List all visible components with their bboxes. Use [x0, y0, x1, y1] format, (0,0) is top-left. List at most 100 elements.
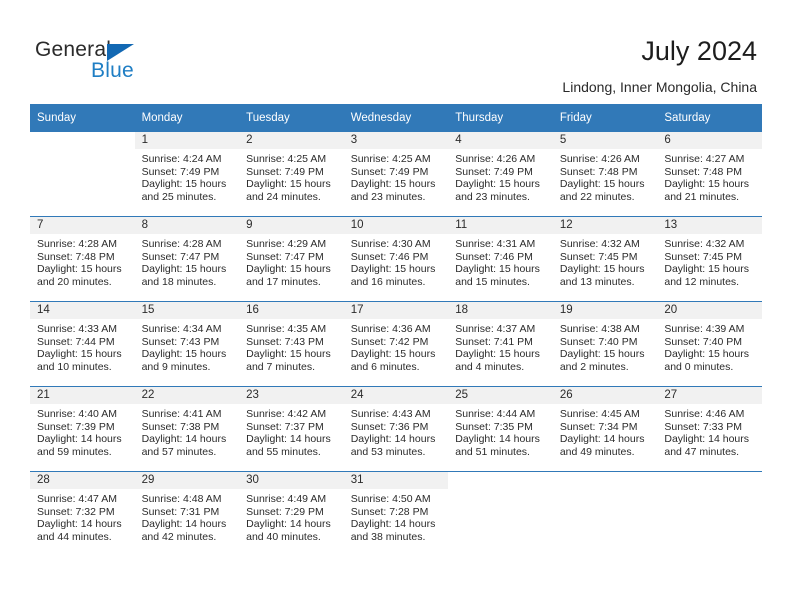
- calendar-day-cell[interactable]: 29 Sunrise: 4:48 AM Sunset: 7:31 PM Dayligh…: [134, 471, 240, 556]
- calendar-day-cell[interactable]: 7 Sunrise: 4:28 AM Sunset: 7:48 PM Daylight…: [30, 216, 135, 302]
- daylight-text: Daylight: 15 hours and 24 minutes.: [246, 178, 331, 203]
- day-number: 13: [657, 217, 762, 234]
- calendar-day-cell[interactable]: 22 Sunrise: 4:41 AM Sunset: 7:38 PM Dayligh…: [134, 386, 240, 472]
- calendar-day-cell[interactable]: 10 Sunrise: 4:30 AM Sunset: 7:46 PM Dayligh…: [343, 216, 449, 302]
- weekday-header-saturday: Saturday: [657, 104, 762, 132]
- day-cell-inner: 7 Sunrise: 4:28 AM Sunset: 7:48 PM Daylight…: [30, 217, 135, 301]
- day-number: 10: [343, 217, 449, 234]
- day-number: 21: [30, 387, 135, 404]
- calendar-day-cell[interactable]: 17 Sunrise: 4:36 AM Sunset: 7:42 PM Dayligh…: [343, 301, 449, 387]
- day-details: Sunrise: 4:44 AM Sunset: 7:35 PM Daylight:…: [448, 404, 553, 458]
- sunset-text: Sunset: 7:48 PM: [559, 165, 638, 178]
- daylight-text: Daylight: 15 hours and 15 minutes.: [455, 263, 540, 288]
- daylight-text: Daylight: 14 hours and 44 minutes.: [37, 518, 122, 543]
- day-number: 9: [239, 217, 344, 234]
- day-number: 4: [448, 132, 553, 149]
- day-number: 6: [657, 132, 762, 149]
- day-details: Sunrise: 4:47 AM Sunset: 7:32 PM Daylight:…: [30, 489, 135, 543]
- calendar-day-cell[interactable]: 9 Sunrise: 4:29 AM Sunset: 7:47 PM Daylight…: [239, 216, 344, 302]
- calendar-day-cell[interactable]: 4 Sunrise: 4:26 AM Sunset: 7:49 PM Daylight…: [448, 132, 553, 217]
- calendar-day-cell[interactable]: 15 Sunrise: 4:34 AM Sunset: 7:43 PM Dayligh…: [134, 301, 240, 387]
- calendar-day-cell[interactable]: 30 Sunrise: 4:49 AM Sunset: 7:29 PM Dayligh…: [239, 471, 344, 556]
- day-number: 7: [30, 217, 135, 234]
- day-details: Sunrise: 4:37 AM Sunset: 7:41 PM Daylight:…: [448, 319, 553, 373]
- calendar-day-cell[interactable]: 18 Sunrise: 4:37 AM Sunset: 7:41 PM Dayligh…: [448, 301, 553, 387]
- calendar-day-cell[interactable]: 8 Sunrise: 4:28 AM Sunset: 7:47 PM Daylight…: [134, 216, 240, 302]
- sunset-text: Sunset: 7:49 PM: [455, 165, 533, 178]
- day-number: 31: [343, 472, 449, 489]
- calendar-table: Sunday Monday Tuesday Wednesday Thursday…: [30, 104, 762, 556]
- general-blue-logo[interactable]: General Blue: [35, 38, 225, 86]
- calendar-day-cell[interactable]: 6 Sunrise: 4:27 AM Sunset: 7:48 PM Daylight…: [657, 132, 762, 217]
- calendar-day-cell-empty: [448, 471, 553, 556]
- day-details: Sunrise: 4:36 AM Sunset: 7:42 PM Daylight:…: [344, 319, 449, 373]
- logo-text-blue: Blue: [91, 59, 134, 82]
- day-details: Sunrise: 4:25 AM Sunset: 7:49 PM Daylight:…: [239, 149, 344, 203]
- day-number: 30: [239, 472, 344, 489]
- calendar-day-cell[interactable]: 28 Sunrise: 4:47 AM Sunset: 7:32 PM Dayligh…: [30, 471, 135, 556]
- calendar-week-row: 14 Sunrise: 4:33 AM Sunset: 7:44 PM Dayligh…: [30, 301, 762, 387]
- calendar-day-cell[interactable]: 1 Sunrise: 4:24 AM Sunset: 7:49 PM Daylight…: [134, 132, 240, 217]
- day-cell-inner: 15 Sunrise: 4:34 AM Sunset: 7:43 PM Dayligh…: [134, 302, 240, 386]
- day-number: [553, 472, 658, 489]
- calendar-day-cell[interactable]: 19 Sunrise: 4:38 AM Sunset: 7:40 PM Dayligh…: [552, 301, 658, 387]
- day-details: Sunrise: 4:34 AM Sunset: 7:43 PM Daylight:…: [135, 319, 240, 373]
- calendar-day-cell[interactable]: 16 Sunrise: 4:35 AM Sunset: 7:43 PM Dayligh…: [239, 301, 344, 387]
- sunset-text: Sunset: 7:37 PM: [246, 420, 324, 433]
- sunrise-text: Sunrise: 4:48 AM: [141, 493, 222, 505]
- calendar-day-cell[interactable]: 3 Sunrise: 4:25 AM Sunset: 7:49 PM Daylight…: [343, 132, 449, 217]
- daylight-text: Daylight: 14 hours and 59 minutes.: [37, 433, 122, 458]
- calendar-day-cell[interactable]: 2 Sunrise: 4:25 AM Sunset: 7:49 PM Daylight…: [239, 132, 344, 217]
- calendar-day-cell[interactable]: 24 Sunrise: 4:43 AM Sunset: 7:36 PM Dayligh…: [343, 386, 449, 472]
- day-number: 23: [239, 387, 344, 404]
- sunset-text: Sunset: 7:49 PM: [246, 165, 324, 178]
- calendar-day-cell[interactable]: 26 Sunrise: 4:45 AM Sunset: 7:34 PM Dayligh…: [552, 386, 658, 472]
- calendar-day-cell[interactable]: 5 Sunrise: 4:26 AM Sunset: 7:48 PM Daylight…: [552, 132, 658, 217]
- day-cell-inner: [657, 472, 762, 556]
- sunrise-text: Sunrise: 4:45 AM: [559, 408, 640, 420]
- calendar-day-cell[interactable]: 31 Sunrise: 4:50 AM Sunset: 7:28 PM Dayligh…: [343, 471, 449, 556]
- day-details: Sunrise: 4:26 AM Sunset: 7:48 PM Daylight:…: [553, 149, 658, 203]
- calendar-day-cell[interactable]: 20 Sunrise: 4:39 AM Sunset: 7:40 PM Dayligh…: [657, 301, 762, 387]
- sunset-text: Sunset: 7:38 PM: [141, 420, 220, 433]
- calendar-day-cell[interactable]: 25 Sunrise: 4:44 AM Sunset: 7:35 PM Dayligh…: [448, 386, 553, 472]
- sunset-text: Sunset: 7:31 PM: [141, 505, 220, 518]
- calendar-day-cell[interactable]: 27 Sunrise: 4:46 AM Sunset: 7:33 PM Dayligh…: [657, 386, 762, 472]
- day-cell-inner: 23 Sunrise: 4:42 AM Sunset: 7:37 PM Dayligh…: [239, 387, 344, 471]
- calendar-day-cell[interactable]: 12 Sunrise: 4:32 AM Sunset: 7:45 PM Dayligh…: [552, 216, 658, 302]
- sunrise-text: Sunrise: 4:28 AM: [141, 238, 222, 250]
- calendar-day-cell[interactable]: 14 Sunrise: 4:33 AM Sunset: 7:44 PM Dayligh…: [30, 301, 135, 387]
- calendar-day-cell[interactable]: 23 Sunrise: 4:42 AM Sunset: 7:37 PM Dayligh…: [239, 386, 344, 472]
- day-details: Sunrise: 4:38 AM Sunset: 7:40 PM Daylight:…: [553, 319, 658, 373]
- sunrise-text: Sunrise: 4:32 AM: [559, 238, 640, 250]
- sunrise-text: Sunrise: 4:46 AM: [664, 408, 745, 420]
- day-cell-inner: 19 Sunrise: 4:38 AM Sunset: 7:40 PM Dayligh…: [552, 302, 658, 386]
- day-cell-inner: 11 Sunrise: 4:31 AM Sunset: 7:46 PM Dayligh…: [448, 217, 553, 301]
- day-cell-inner: 6 Sunrise: 4:27 AM Sunset: 7:48 PM Daylight…: [657, 132, 762, 216]
- daylight-text: Daylight: 14 hours and 47 minutes.: [664, 433, 750, 458]
- day-number: 27: [657, 387, 762, 404]
- calendar-day-cell[interactable]: 11 Sunrise: 4:31 AM Sunset: 7:46 PM Dayligh…: [448, 216, 553, 302]
- day-cell-inner: 29 Sunrise: 4:48 AM Sunset: 7:31 PM Dayligh…: [134, 472, 240, 556]
- calendar-page: General Blue July 2024 Lindong, Inner Mo…: [0, 0, 792, 612]
- day-number: [448, 472, 553, 489]
- day-number: 28: [30, 472, 135, 489]
- day-details: Sunrise: 4:46 AM Sunset: 7:33 PM Daylight:…: [657, 404, 762, 458]
- daylight-text: Daylight: 14 hours and 51 minutes.: [455, 433, 540, 458]
- daylight-text: Daylight: 15 hours and 13 minutes.: [559, 263, 645, 288]
- sunrise-text: Sunrise: 4:29 AM: [246, 238, 327, 250]
- day-number: 24: [343, 387, 449, 404]
- day-cell-inner: 26 Sunrise: 4:45 AM Sunset: 7:34 PM Dayligh…: [552, 387, 658, 471]
- sunrise-text: Sunrise: 4:47 AM: [37, 493, 117, 505]
- calendar-header-row: Sunday Monday Tuesday Wednesday Thursday…: [30, 104, 762, 132]
- day-details: Sunrise: 4:31 AM Sunset: 7:46 PM Daylight:…: [448, 234, 553, 288]
- calendar-day-cell[interactable]: 21 Sunrise: 4:40 AM Sunset: 7:39 PM Dayligh…: [30, 386, 135, 472]
- day-details: Sunrise: 4:27 AM Sunset: 7:48 PM Daylight:…: [657, 149, 762, 203]
- sunset-text: Sunset: 7:45 PM: [664, 250, 743, 263]
- daylight-text: Daylight: 15 hours and 4 minutes.: [455, 348, 540, 373]
- day-number: [657, 472, 762, 489]
- day-number: 26: [552, 387, 658, 404]
- daylight-text: Daylight: 15 hours and 10 minutes.: [37, 348, 122, 373]
- weekday-header-sunday: Sunday: [30, 104, 135, 132]
- calendar-day-cell[interactable]: 13 Sunrise: 4:32 AM Sunset: 7:45 PM Dayligh…: [657, 216, 762, 302]
